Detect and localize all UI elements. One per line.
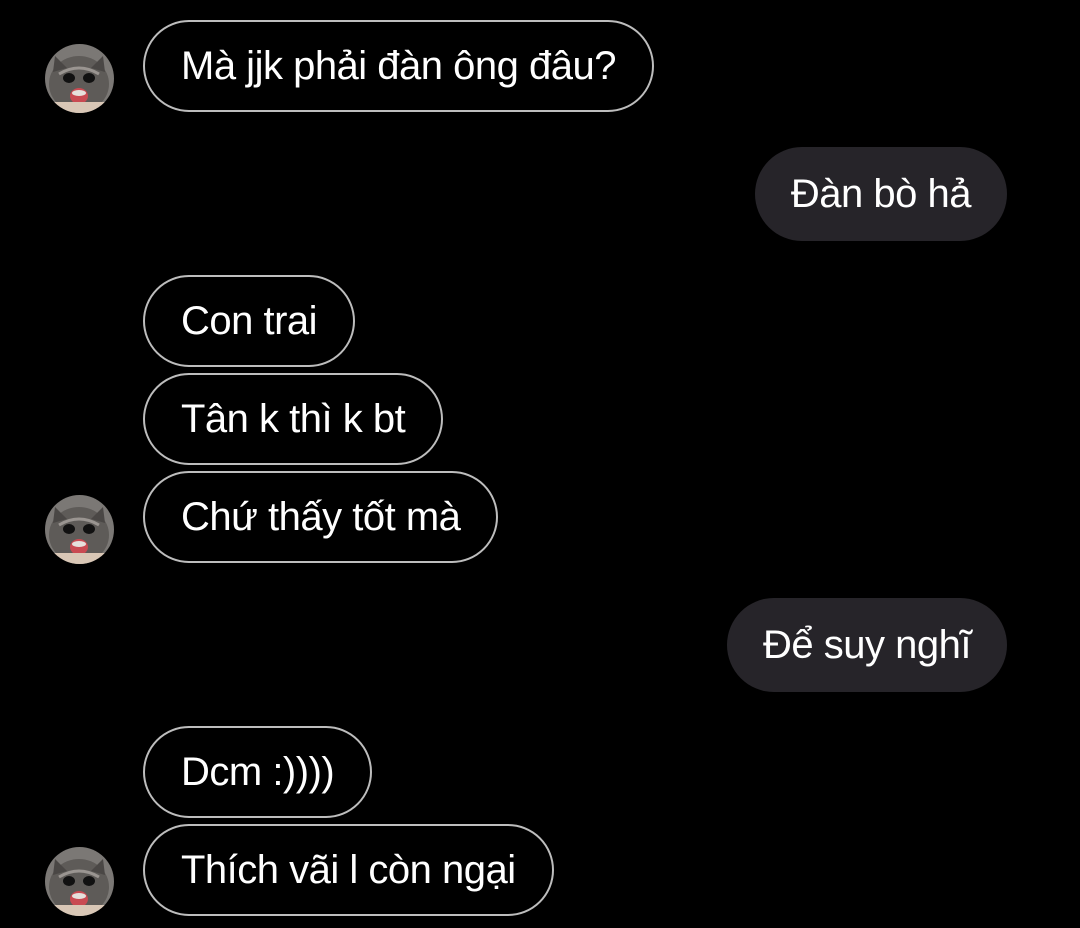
contact-avatar[interactable] (45, 495, 114, 564)
message-bubble-incoming[interactable]: Mà jjk phải đàn ông đâu? (143, 20, 654, 112)
message-text: Con trai (181, 298, 318, 343)
message-text: Thích vãi l còn ngại (181, 847, 516, 892)
message-text: Chứ thấy tốt mà (181, 494, 461, 539)
contact-avatar[interactable] (45, 847, 114, 916)
message-bubble-incoming[interactable]: Chứ thấy tốt mà (143, 471, 499, 563)
message-text: Dcm :)))) (181, 749, 335, 794)
message-text: Mà jjk phải đàn ông đâu? (181, 43, 617, 88)
message-bubble-incoming[interactable]: Thích vãi l còn ngại (143, 824, 554, 916)
message-bubble-outgoing[interactable]: Để suy nghĩ (727, 598, 1007, 692)
message-bubble-incoming[interactable]: Tân k thì k bt (143, 373, 444, 465)
message-bubble-incoming[interactable]: Con trai (143, 275, 356, 367)
message-text: Tân k thì k bt (181, 396, 406, 441)
message-text: Đàn bò hả (790, 171, 972, 216)
cat-avatar-icon (45, 847, 114, 916)
message-text: Để suy nghĩ (763, 622, 971, 667)
message-bubble-incoming[interactable]: Dcm :)))) (143, 726, 373, 818)
cat-avatar-icon (45, 44, 114, 113)
contact-avatar[interactable] (45, 44, 114, 113)
message-bubble-outgoing[interactable]: Đàn bò hả (754, 147, 1007, 241)
cat-avatar-icon (45, 495, 114, 564)
